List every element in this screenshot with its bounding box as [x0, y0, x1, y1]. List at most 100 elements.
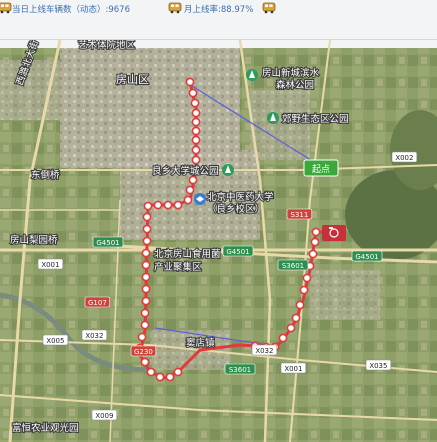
bus-stop[interactable]	[302, 273, 312, 283]
road-shield-label: G4501	[355, 253, 378, 261]
road-shield: G4501	[351, 250, 383, 262]
daily-vehicles-stat: 当日上线车辆数（动态）:9676	[12, 5, 130, 15]
place-label: 北京房山食用菌	[154, 248, 221, 260]
bus-stop[interactable]	[137, 332, 147, 342]
place-label: 产业聚集区	[154, 261, 202, 273]
bus-stop[interactable]	[191, 117, 201, 127]
bus-stop[interactable]	[155, 372, 165, 382]
bus-stop[interactable]	[188, 88, 198, 98]
bus-stop[interactable]	[308, 249, 318, 259]
road-shield-label: X009	[95, 412, 113, 420]
place-label: 良乡大学城公园	[152, 165, 219, 177]
bus-stop[interactable]	[311, 227, 321, 237]
road-shield-label: X001	[284, 365, 302, 373]
road-shield: S3601	[224, 363, 256, 375]
bus-stop[interactable]	[191, 135, 201, 145]
road-shield: G230	[130, 345, 157, 357]
place-label: 房山新城滨水	[262, 67, 320, 79]
place-label: 艺术体院地区	[78, 40, 136, 51]
road-shield-label: G230	[134, 348, 153, 356]
road-shield-label: S3601	[282, 262, 304, 270]
place-label: 富恒农业观光园	[12, 422, 79, 434]
place-label: 郊野生态区公园	[282, 113, 349, 125]
bus-stop[interactable]	[142, 236, 152, 246]
road-shield: S311	[286, 208, 313, 220]
road-shield-label: X032	[85, 332, 103, 340]
road-shield-label: X005	[46, 337, 64, 345]
road-shield: X035	[365, 359, 392, 371]
bus-icon	[168, 2, 182, 14]
bus-stop[interactable]	[183, 195, 193, 205]
park-icon	[246, 69, 258, 81]
bus-stop[interactable]	[146, 367, 156, 377]
bus-stop[interactable]	[165, 372, 175, 382]
bus-icon	[262, 2, 276, 14]
bus-stop[interactable]	[185, 185, 195, 195]
road-shield: G4501	[222, 245, 254, 257]
road-shield: X032	[251, 344, 278, 356]
bus-stop[interactable]	[141, 248, 151, 258]
bus-stop[interactable]	[140, 357, 150, 367]
place-label: 北京中医药大学	[207, 191, 274, 203]
bus-stop[interactable]	[142, 212, 152, 222]
bus-stop[interactable]	[185, 77, 195, 87]
bus-stop[interactable]	[141, 296, 151, 306]
road-shield: X005	[42, 334, 69, 346]
bus-stop[interactable]	[191, 108, 201, 118]
bus-stop[interactable]	[173, 200, 183, 210]
road-shield: S3601	[277, 259, 309, 271]
bus-stop[interactable]	[142, 224, 152, 234]
satellite-map[interactable]: 起点 艺术体院地区 房山区 东倒桥 房山梨园桥 良乡大学城公园 北京中医药大学 …	[0, 40, 437, 442]
bus-stop[interactable]	[278, 333, 288, 343]
bus-stop[interactable]	[163, 200, 173, 210]
park-icon	[222, 164, 234, 176]
bus-stop[interactable]	[141, 272, 151, 282]
bus-stop[interactable]	[291, 313, 301, 323]
road-shield-label: G4501	[226, 248, 249, 256]
bus-stop[interactable]	[140, 320, 150, 330]
start-marker[interactable]: 起点	[303, 159, 339, 177]
bus-stop[interactable]	[191, 155, 201, 165]
status-bar: 当日上线车辆数（动态）:9676 月上线率:88.97%	[0, 0, 437, 40]
place-label: （良乡校区）	[207, 203, 264, 215]
bus-stop[interactable]	[190, 98, 200, 108]
bus-stop[interactable]	[143, 201, 153, 211]
road-shield-label: G107	[88, 299, 107, 307]
road-shield: X002	[391, 151, 418, 163]
urban-area	[310, 270, 380, 320]
online-rate-stat: 月上线率:88.97%	[184, 5, 254, 15]
bus-stop[interactable]	[140, 308, 150, 318]
road-shield-label: X035	[369, 362, 387, 370]
park-icon	[267, 112, 279, 124]
place-label: 房山区	[116, 73, 149, 86]
top-gap	[0, 40, 437, 48]
bus-stop[interactable]	[153, 200, 163, 210]
place-label: 东倒桥	[31, 169, 60, 181]
road-shield-label: S311	[290, 211, 308, 219]
bus-stop[interactable]	[299, 285, 309, 295]
road-shield: X032	[81, 329, 108, 341]
place-label: 窦店镇	[186, 337, 215, 349]
bus-stop[interactable]	[173, 367, 183, 377]
bus-stop[interactable]	[141, 284, 151, 294]
bus-stop[interactable]	[295, 300, 305, 310]
bus-icon	[0, 2, 12, 14]
bus-stop[interactable]	[286, 323, 296, 333]
place-label: 森林公园	[276, 79, 314, 91]
road-shield: X001	[280, 362, 307, 374]
road-shield-label: X001	[41, 261, 59, 269]
bus-stop[interactable]	[188, 175, 198, 185]
bus-stop[interactable]	[141, 260, 151, 270]
road-shield: X009	[91, 409, 118, 421]
road-shield-label: G4501	[96, 239, 119, 247]
start-label: 起点	[312, 164, 330, 175]
bus-stop[interactable]	[310, 237, 320, 247]
bus-stop[interactable]	[191, 126, 201, 136]
road-shield-label: S3601	[229, 366, 251, 374]
place-label: 房山梨园桥	[10, 234, 58, 246]
urban-area	[250, 90, 310, 160]
map-canvas[interactable]: 起点 艺术体院地区 房山区 东倒桥 房山梨园桥 良乡大学城公园 北京中医药大学 …	[0, 40, 437, 442]
camera-marker[interactable]	[322, 225, 346, 241]
bus-stop[interactable]	[191, 145, 201, 155]
road-shield: X001	[37, 258, 64, 270]
